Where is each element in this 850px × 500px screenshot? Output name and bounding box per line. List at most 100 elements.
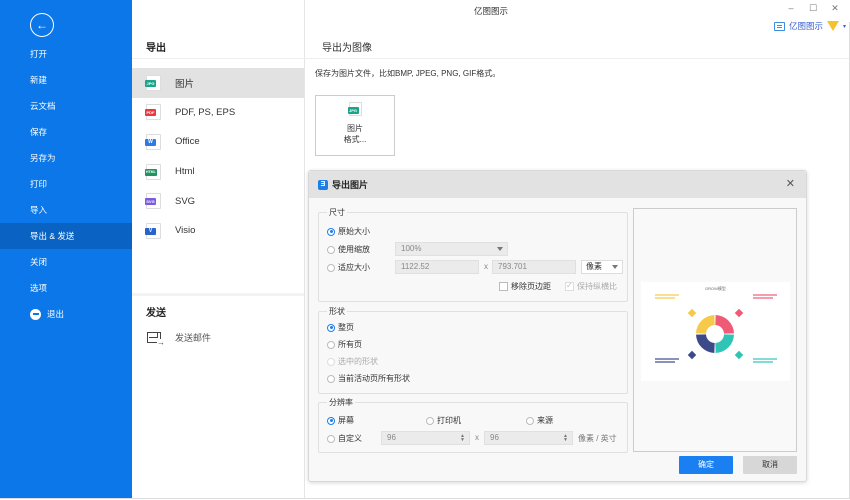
export-item-label: Office: [175, 136, 200, 148]
radio-button[interactable]: [327, 434, 335, 443]
sidebar-item-import[interactable]: 导入: [0, 197, 132, 223]
checkbox[interactable]: [565, 281, 574, 291]
sidebar-item-label: 打开: [30, 49, 48, 59]
cancel-button[interactable]: 取消: [743, 456, 797, 474]
shape-option-all-pages[interactable]: 所有页: [327, 339, 362, 350]
radio-label: 所有页: [338, 340, 362, 349]
export-item-visio[interactable]: V Visio: [132, 216, 304, 246]
unit-value: 像素: [586, 262, 602, 271]
radio-button[interactable]: [327, 263, 335, 272]
shape-option-active-page-shapes[interactable]: 当前活动页所有形状: [327, 373, 410, 384]
spinner-icon[interactable]: ▲ ▼: [563, 434, 568, 443]
radio-label: 使用缩放: [338, 245, 370, 254]
checkbox-label: 保持纵横比: [577, 282, 617, 291]
ring-segment: [696, 315, 715, 334]
resolution-option-source[interactable]: 来源: [526, 415, 553, 426]
back-button[interactable]: ←: [30, 13, 54, 37]
resolution-option-custom[interactable]: 自定义: [327, 433, 362, 444]
account-menu[interactable]: 亿图图示 ▾: [773, 20, 846, 32]
dpi-x-input[interactable]: 96 ▲ ▼: [381, 431, 470, 445]
resolution-option-screen[interactable]: 屏幕: [327, 415, 354, 426]
caret-down-icon: [497, 247, 503, 251]
close-button[interactable]: ✕: [830, 3, 840, 14]
size-option-scale[interactable]: 使用缩放: [327, 244, 370, 255]
visio-file-icon: V: [145, 222, 161, 239]
radio-label: 选中的形状: [338, 357, 378, 366]
times-sign: x: [484, 262, 488, 271]
sidebar-item-open[interactable]: 打开: [0, 41, 132, 67]
sidebar-item-export-send[interactable]: 导出 & 发送: [0, 223, 132, 249]
unit-select[interactable]: 像素: [581, 260, 623, 274]
sidebar-item-save-as[interactable]: 另存为: [0, 145, 132, 171]
sidebar-item-label: 选项: [30, 283, 48, 293]
minimize-button[interactable]: –: [786, 3, 796, 14]
export-item-html[interactable]: HTML Html: [132, 157, 304, 187]
chat-icon[interactable]: [773, 21, 785, 31]
file-tag: HTML: [145, 168, 157, 176]
export-item-label: PDF, PS, EPS: [175, 106, 236, 118]
send-item-label: 发送邮件: [175, 332, 212, 343]
preview-text-line: [753, 294, 777, 296]
ring-segment: [696, 334, 715, 353]
resolution-option-printer[interactable]: 打印机: [426, 415, 461, 426]
radio-button[interactable]: [327, 323, 335, 332]
sidebar-item-print[interactable]: 打印: [0, 171, 132, 197]
radio-button[interactable]: [426, 416, 434, 425]
export-description: 保存为图片文件，比如BMP, JPEG, PNG, GIF格式。: [315, 69, 501, 78]
dialog-header: Ǝ 导出图片 ✕: [309, 171, 806, 198]
ok-button[interactable]: 确定: [679, 456, 733, 474]
caret-down-icon: [612, 265, 618, 269]
right-panel-title: 导出为图像: [322, 43, 372, 54]
sidebar-item-label: 退出: [47, 309, 65, 319]
maximize-button[interactable]: ☐: [808, 3, 818, 14]
sidebar-item-label: 云文档: [30, 101, 56, 111]
shape-option-whole-page[interactable]: 整页: [327, 322, 354, 333]
radio-button[interactable]: [327, 227, 335, 236]
radio-button[interactable]: [327, 340, 335, 349]
radio-button[interactable]: [327, 245, 335, 254]
send-email-item[interactable]: 发送邮件: [132, 326, 304, 348]
export-section-title: 导出: [146, 43, 166, 54]
dpi-y-input[interactable]: 96 ▲ ▼: [484, 431, 573, 445]
preview-text-line: [655, 294, 679, 296]
window-controls: – ☐ ✕: [786, 3, 840, 14]
close-icon[interactable]: ✕: [786, 177, 795, 190]
sidebar-item-label: 导入: [30, 205, 48, 215]
radio-button[interactable]: [526, 416, 534, 425]
shape-option-selected[interactable]: 选中的形状: [327, 356, 378, 367]
radio-button[interactable]: [327, 416, 335, 425]
radio-label: 屏幕: [338, 416, 354, 425]
width-input[interactable]: 1122.52: [395, 260, 479, 274]
chevron-down-icon: ▾: [842, 23, 846, 30]
export-item-pdf[interactable]: PDF PDF, PS, EPS: [132, 98, 304, 128]
header-divider: [132, 58, 850, 59]
checkbox[interactable]: [499, 282, 508, 291]
grow-model-diagram: [655, 294, 777, 363]
dpi-unit-label: 像素 / 英寸: [578, 434, 617, 443]
svg-file-icon: SVG: [145, 193, 161, 210]
export-item-office[interactable]: W Office: [132, 127, 304, 157]
size-option-original[interactable]: 原始大小: [327, 226, 370, 237]
radio-button[interactable]: [327, 357, 335, 366]
radio-button[interactable]: [327, 374, 335, 383]
size-option-fit[interactable]: 适应大小: [327, 262, 370, 273]
export-item-svg[interactable]: SVG SVG: [132, 186, 304, 216]
sidebar-item-cloud-docs[interactable]: 云文档: [0, 93, 132, 119]
sidebar-nav: 打开 新建 云文档 保存 另存为 打印 导入 导出 & 发送 关闭 选项 退出: [0, 41, 132, 327]
file-tag: W: [145, 138, 156, 146]
html-file-icon: HTML: [145, 163, 161, 180]
height-input[interactable]: 793.701: [492, 260, 576, 274]
window-border: [0, 498, 850, 499]
spinner-icon[interactable]: ▲ ▼: [460, 434, 465, 443]
image-format-card[interactable]: JPG 图片 格式...: [315, 95, 395, 156]
sidebar-item-save[interactable]: 保存: [0, 119, 132, 145]
sidebar-item-new[interactable]: 新建: [0, 67, 132, 93]
keep-ratio-option[interactable]: 保持纵横比: [565, 281, 617, 292]
sidebar-item-options[interactable]: 选项: [0, 275, 132, 301]
remove-margin-option[interactable]: 移除页边距: [499, 281, 551, 292]
zoom-select[interactable]: 100%: [395, 242, 508, 256]
export-item-image[interactable]: JPG 图片: [132, 68, 304, 98]
export-image-dialog: Ǝ 导出图片 ✕ 尺寸 原始大小 使用缩放 100% 适应大小 1122.52 …: [308, 170, 807, 482]
sidebar-item-close[interactable]: 关闭: [0, 249, 132, 275]
sidebar-item-exit[interactable]: 退出: [0, 301, 132, 327]
